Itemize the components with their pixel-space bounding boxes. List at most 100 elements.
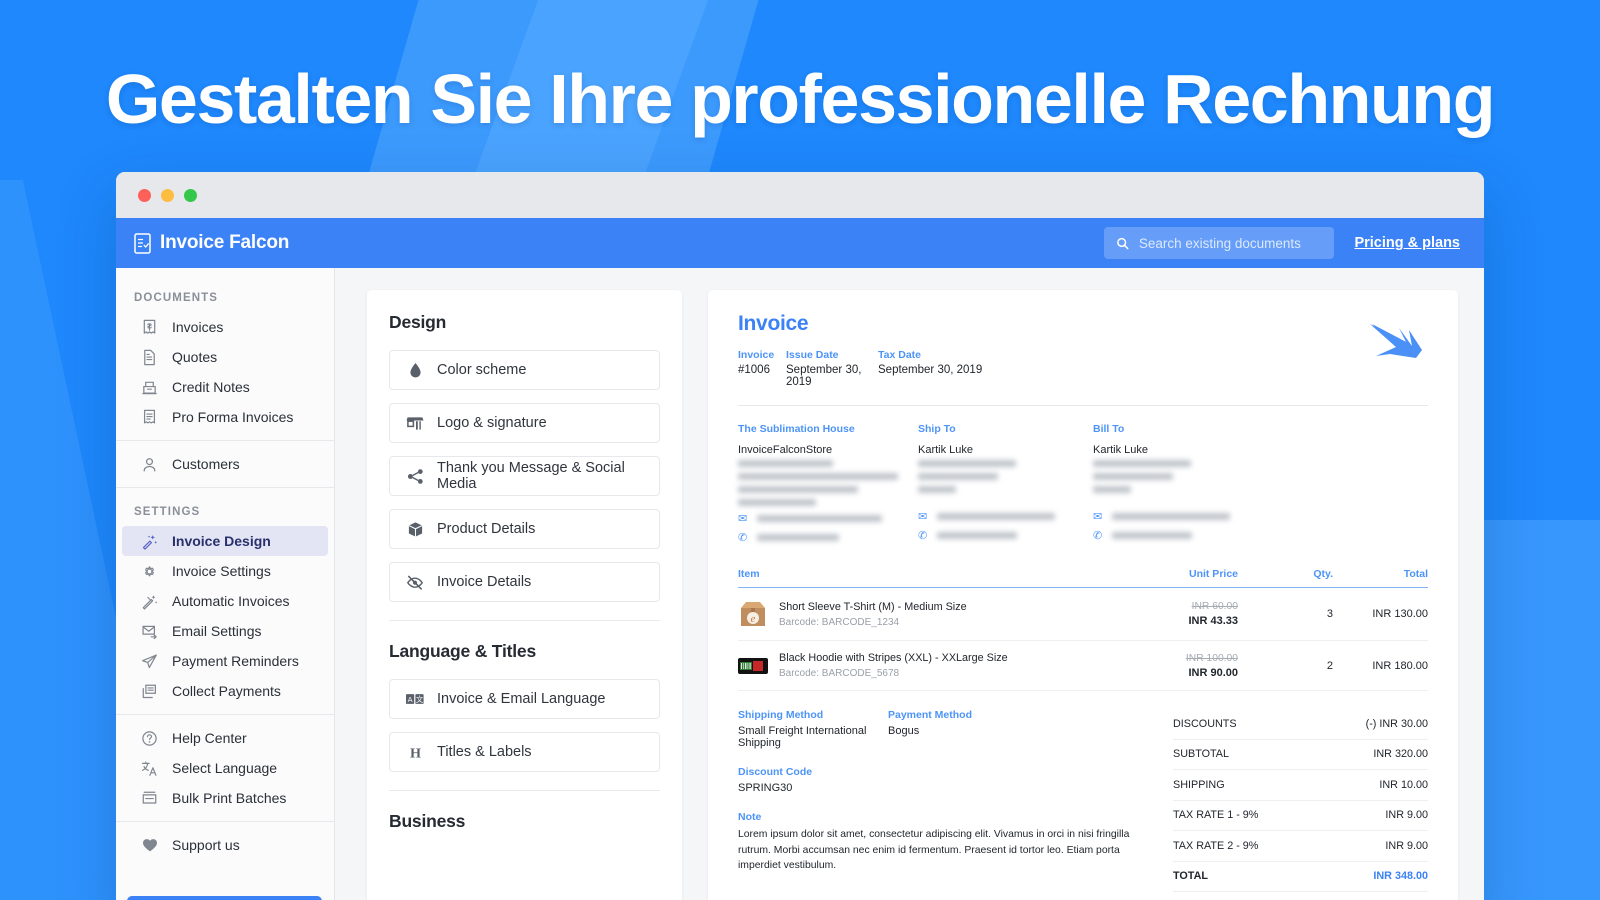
total-row-grand-total: TOTAL INR 348.00 [1173,862,1428,892]
total-row-shipping: SHIPPING INR 10.00 [1173,770,1428,801]
total-label: TAX RATE 1 - 9% [1173,809,1259,822]
credit-note-icon [140,378,159,397]
option-thank-you-message[interactable]: Thank you Message & Social Media [389,456,660,496]
svg-text:e: e [751,613,756,625]
sidebar-item-bulk-print-batches[interactable]: Bulk Print Batches [122,783,328,813]
shipping-method-block: Shipping Method Small Freight Internatio… [738,709,888,749]
sidebar-item-collect-payments[interactable]: Collect Payments [122,676,328,706]
sidebar-item-email-settings[interactable]: Email Settings [122,616,328,646]
sidebar-item-label: Credit Notes [172,379,250,395]
svg-text:文: 文 [416,695,424,704]
invoice-address-row: The Sublimation House InvoiceFalconStore… [738,423,1428,544]
phone-icon: ✆ [918,530,928,542]
sidebar-cta-button[interactable] [127,896,322,900]
sidebar-item-invoice-settings[interactable]: Invoice Settings [122,556,328,586]
maximize-window-button[interactable] [184,188,197,202]
total-value: INR 348.00 [1373,870,1428,883]
app-body: DOCUMENTS Invoices Quotes Credit Notes P… [116,268,1484,900]
invoice-meta-issue-date: Issue Date September 30, 2019 [786,349,878,388]
sidebar-item-select-language[interactable]: Select Language [122,753,328,783]
heart-icon [140,836,159,855]
browser-window: Invoice Falcon Pricing & plans DOCUMENTS… [116,172,1484,900]
sidebar-item-help-center[interactable]: Help Center [122,723,328,753]
item-price-original: INR 60.00 [1191,601,1238,612]
shipping-method-value: Small Freight International Shipping [738,725,867,749]
invoice-meta-number: Invoice #1006 [738,349,786,388]
total-row-subtotal: SUBTOTAL INR 320.00 [1173,740,1428,770]
sidebar-item-invoices[interactable]: Invoices [122,312,328,342]
option-invoice-details[interactable]: Invoice Details [389,562,660,602]
items-table-header: Item Unit Price Qty. Total [738,568,1428,588]
search-input[interactable] [1138,235,1323,251]
item-quantity: 2 [1326,659,1333,672]
sidebar-item-label: Customers [172,456,240,472]
sidebar-item-support-us[interactable]: Support us [122,830,328,860]
option-label: Invoice Details [437,574,532,590]
total-value: INR 9.00 [1385,839,1428,852]
sidebar-item-customers[interactable]: Customers [122,449,328,479]
sidebar-section-documents: DOCUMENTS [134,292,219,304]
proforma-icon [140,408,159,427]
meta-label: Tax Date [878,349,921,361]
item-total: INR 130.00 [1372,608,1428,620]
payment-method-value: Bogus [888,725,920,737]
minimize-window-button[interactable] [161,188,174,202]
paper-plane-icon [140,652,159,671]
pricing-and-plans-link[interactable]: Pricing & plans [1354,235,1460,251]
shipping-method-label: Shipping Method [738,709,824,721]
methods-row: Shipping Method Small Freight Internatio… [738,709,1153,749]
redacted-phone [1112,532,1192,539]
option-logo-signature[interactable]: Logo & signature [389,403,660,443]
sidebar-item-quotes[interactable]: Quotes [122,342,328,372]
address-block-bill-to: Bill To Kartik Luke ✉ ✆ [1093,423,1230,544]
search-container[interactable] [1104,227,1335,259]
document-icon [140,348,159,367]
phone-icon: ✆ [1093,530,1103,542]
sidebar-item-payment-reminders[interactable]: Payment Reminders [122,646,328,676]
total-label: DISCOUNTS [1173,717,1237,730]
note-text: Lorem ipsum dolor sit amet, consectetur … [738,829,1130,871]
sidebar-item-label: Automatic Invoices [172,593,290,609]
address-email: ✉ [1093,510,1230,523]
sidebar-item-label: Pro Forma Invoices [172,409,294,425]
invoice-items-table: Item Unit Price Qty. Total e Short Sleev… [738,568,1428,691]
sidebar-item-pro-forma-invoices[interactable]: Pro Forma Invoices [122,402,328,432]
discount-code-value: SPRING30 [738,782,793,794]
sidebar-item-automatic-invoices[interactable]: Automatic Invoices [122,586,328,616]
svg-text:H: H [409,745,420,760]
column-header-unit-price: Unit Price [1188,568,1238,580]
brand-logo[interactable]: Invoice Falcon [134,232,289,254]
close-window-button[interactable] [138,188,151,202]
email-send-icon [140,622,159,641]
invoice-title: Invoice [738,312,809,335]
redacted-address-line [1093,473,1173,480]
option-invoice-email-language[interactable]: A文 Invoice & Email Language [389,679,660,719]
sidebar-item-label: Payment Reminders [172,653,299,669]
sidebar-section-settings: SETTINGS [134,506,201,518]
sidebar-item-label: Invoice Settings [172,563,271,579]
address-label: The Sublimation House [738,423,855,435]
item-price-current: INR 90.00 [1188,666,1238,679]
redacted-address-line [918,460,1016,467]
address-phone: ✆ [918,529,1093,542]
translate-icon [140,759,159,778]
option-color-scheme[interactable]: Color scheme [389,350,660,390]
sidebar-item-label: Help Center [172,730,247,746]
sidebar-item-invoice-design[interactable]: Invoice Design [122,526,328,556]
total-value: (-) INR 30.00 [1365,717,1428,730]
option-product-details[interactable]: Product Details [389,509,660,549]
sidebar-item-credit-notes[interactable]: Credit Notes [122,372,328,402]
item-total: INR 180.00 [1372,659,1428,672]
column-header-qty: Qty. [1313,568,1333,580]
total-label: TAX RATE 2 - 9% [1173,839,1259,852]
total-value: INR 10.00 [1379,778,1428,791]
address-email: ✉ [738,512,918,525]
address-name: InvoiceFalconStore [738,444,833,456]
meta-value: September 30, 2019 [786,364,862,388]
total-value: INR 320.00 [1373,748,1428,761]
sidebar-item-label: Support us [172,837,240,853]
option-titles-labels[interactable]: H Titles & Labels [389,732,660,772]
dark-barcode-thumb [738,657,768,674]
redacted-address-line [738,473,898,480]
window-titlebar [116,172,1484,218]
